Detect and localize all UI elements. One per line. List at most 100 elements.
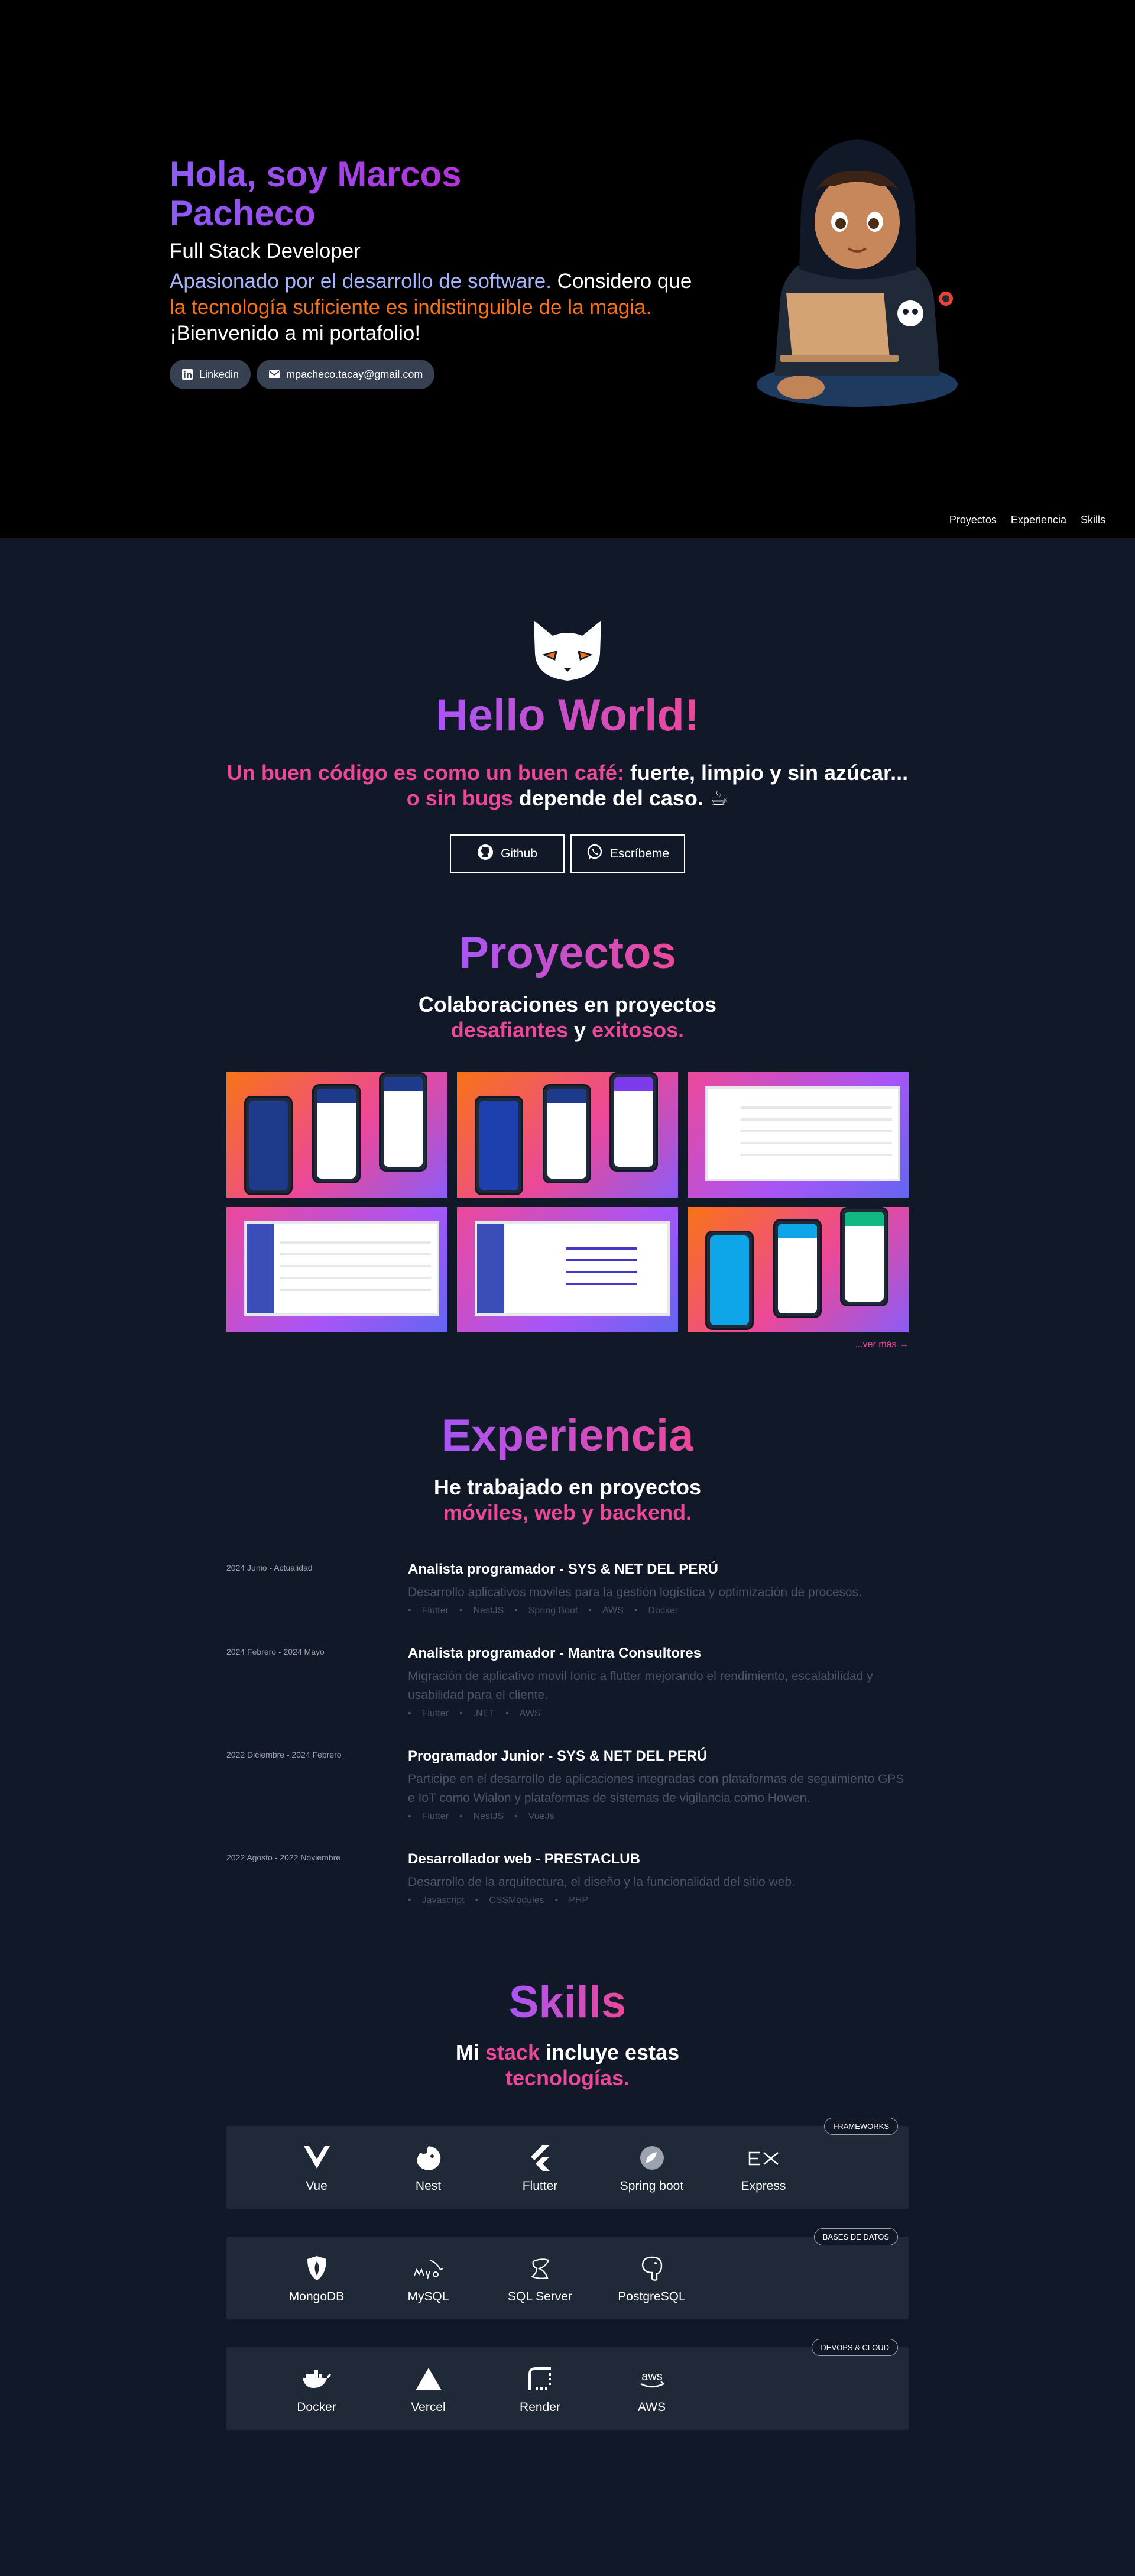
- nav-proyectos[interactable]: Proyectos: [949, 514, 997, 526]
- skill-label: MongoDB: [288, 2290, 345, 2303]
- skill-label: MySQL: [407, 2290, 449, 2303]
- write-label: Escríbeme: [609, 847, 670, 860]
- skill-label: Vue: [306, 2179, 327, 2193]
- skill-label: PostgreSQL: [618, 2290, 686, 2303]
- see-more-link[interactable]: ...ver más →: [226, 1339, 909, 1350]
- job-title: Analista programador - SYS & NET DEL PER…: [408, 1561, 718, 1577]
- skill-item: aws AWS: [596, 2365, 708, 2415]
- hero-description: Apasionado por el desarrollo de software…: [170, 268, 702, 347]
- github-label: Github: [501, 847, 537, 860]
- skill-label: Express: [741, 2179, 786, 2193]
- job-tag: Spring Boot: [514, 1606, 578, 1616]
- skills-group-devops: DEVOPS & CLOUD Docker Vercel Render aws …: [226, 2339, 909, 2430]
- nav-experiencia[interactable]: Experiencia: [1011, 514, 1066, 526]
- skill-item: SQL Server: [484, 2254, 596, 2304]
- skills-heading: Skills: [509, 1976, 627, 2029]
- mysql-icon: [412, 2254, 445, 2283]
- whatsapp-icon: [586, 844, 603, 864]
- job-tag: CSSModules: [475, 1895, 544, 1906]
- mail-icon: [268, 368, 280, 380]
- job-tags: Flutter NestJS VueJs: [408, 1811, 909, 1822]
- project-card[interactable]: [688, 1207, 909, 1332]
- hero-text: Hola, soy Marcos Pacheco Full Stack Deve…: [170, 155, 702, 389]
- skills-sub-pink: tecnologías.: [505, 2066, 630, 2090]
- intro-section: Hello World! Un buen código es como un b…: [0, 618, 1135, 873]
- job-item: 2022 Diciembre - 2024 Febrero Programado…: [226, 1747, 909, 1822]
- skill-item: Docker: [261, 2365, 372, 2415]
- job-tag: Docker: [634, 1606, 678, 1616]
- linkedin-button[interactable]: Linkedin: [170, 360, 251, 389]
- hero-title: Hola, soy Marcos Pacheco: [170, 155, 548, 233]
- linkedin-label: Linkedin: [199, 368, 239, 380]
- projects-sub-pink1: desafiantes: [450, 1018, 568, 1042]
- skill-label: Flutter: [522, 2179, 558, 2193]
- job-item: 2022 Agosto - 2022 Noviembre Desarrollad…: [226, 1850, 909, 1906]
- skill-item: Vue: [261, 2144, 372, 2193]
- experience-sub-line1: He trabajado en proyectos: [433, 1475, 702, 1499]
- intro-buttons: Github Escríbeme: [0, 834, 1135, 873]
- skills-group-frameworks: FRAMEWORKS Vue Nest Flutter Spring boot …: [226, 2118, 909, 2209]
- top-nav: Proyectos Experiencia Skills: [949, 514, 1105, 526]
- skill-item: Flutter: [484, 2144, 596, 2193]
- job-tag: Javascript: [408, 1895, 465, 1906]
- job-tag: AWS: [505, 1708, 541, 1719]
- hello-heading: Hello World!: [436, 689, 699, 742]
- skills-sub-rest: incluye estas: [539, 2040, 680, 2064]
- email-button[interactable]: mpacheco.tacay@gmail.com: [257, 360, 435, 389]
- whatsapp-button[interactable]: Escríbeme: [570, 834, 685, 873]
- skill-label: Vercel: [411, 2400, 446, 2414]
- project-card[interactable]: [457, 1207, 678, 1332]
- skill-group-badge: FRAMEWORKS: [824, 2118, 898, 2135]
- job-description: Desarrollo aplicativos moviles para la g…: [408, 1585, 862, 1599]
- projects-section: Proyectos Colaboraciones en proyectos de…: [0, 873, 1135, 1350]
- skills-sub-stack: stack: [485, 2040, 540, 2064]
- job-tag: Flutter: [408, 1606, 449, 1616]
- projects-sub-and: y: [568, 1018, 592, 1042]
- job-tags: Flutter .NET AWS: [408, 1708, 909, 1719]
- experience-timeline: 2024 Junio - Actualidad Analista program…: [226, 1561, 909, 1906]
- job-tag: PHP: [555, 1895, 588, 1906]
- quote-pink-1: Un buen código es como un buen café:: [226, 760, 624, 785]
- skill-item: Express: [708, 2144, 819, 2193]
- hero-desc-part2: Considero que: [551, 270, 692, 293]
- skill-group-badge: DEVOPS & CLOUD: [812, 2339, 898, 2356]
- skill-label: Spring boot: [620, 2179, 684, 2193]
- skill-item: Spring boot: [596, 2144, 708, 2193]
- linkedin-icon: [181, 368, 193, 380]
- project-card[interactable]: [226, 1207, 447, 1332]
- vue-icon: [303, 2144, 330, 2172]
- svg-text:aws: aws: [641, 2370, 663, 2383]
- skills-section: Skills Mi stack incluye estas tecnología…: [0, 1934, 1135, 2507]
- skill-group-badge: BASES DE DATOS: [813, 2228, 898, 2245]
- skill-item: MongoDB: [261, 2254, 372, 2304]
- aws-icon: aws: [636, 2365, 668, 2393]
- hero-desc-part3: la tecnología suficiente es indistinguib…: [170, 296, 652, 319]
- skill-item: Vercel: [372, 2365, 484, 2415]
- job-item: 2024 Junio - Actualidad Analista program…: [226, 1561, 909, 1616]
- project-card[interactable]: [457, 1072, 678, 1198]
- job-title: Programador Junior - SYS & NET DEL PERÚ: [408, 1748, 708, 1764]
- quote-white-1: fuerte, limpio y sin azúcar...: [624, 760, 909, 785]
- job-tag: VueJs: [514, 1811, 554, 1822]
- hero-desc-part1: Apasionado por el desarrollo de software…: [170, 270, 552, 293]
- intro-quote: Un buen código es como un buen café: fue…: [0, 760, 1135, 811]
- project-card[interactable]: [688, 1072, 909, 1198]
- skill-item: PostgreSQL: [596, 2254, 708, 2304]
- experience-heading: Experiencia: [442, 1409, 694, 1462]
- job-tag: .NET: [459, 1708, 495, 1719]
- project-card[interactable]: [226, 1072, 447, 1198]
- skills-sub-mi: Mi: [455, 2040, 485, 2064]
- job-date: 2022 Diciembre - 2024 Febrero: [226, 1750, 342, 1759]
- job-date: 2024 Febrero - 2024 Mayo: [226, 1647, 325, 1656]
- experience-section: Experiencia He trabajado en proyectos mó…: [0, 1350, 1135, 1906]
- job-tags: Flutter NestJS Spring Boot AWS Docker: [408, 1606, 909, 1616]
- job-date: 2022 Agosto - 2022 Noviembre: [226, 1853, 341, 1862]
- skill-label: Render: [520, 2400, 560, 2414]
- job-title: Analista programador - Mantra Consultore…: [408, 1645, 702, 1661]
- vercel-icon: [414, 2365, 443, 2393]
- github-button[interactable]: Github: [450, 834, 565, 873]
- nav-skills[interactable]: Skills: [1081, 514, 1105, 526]
- mongodb-icon: [305, 2254, 329, 2283]
- cat-logo-icon: [529, 618, 606, 683]
- render-icon: [527, 2365, 553, 2393]
